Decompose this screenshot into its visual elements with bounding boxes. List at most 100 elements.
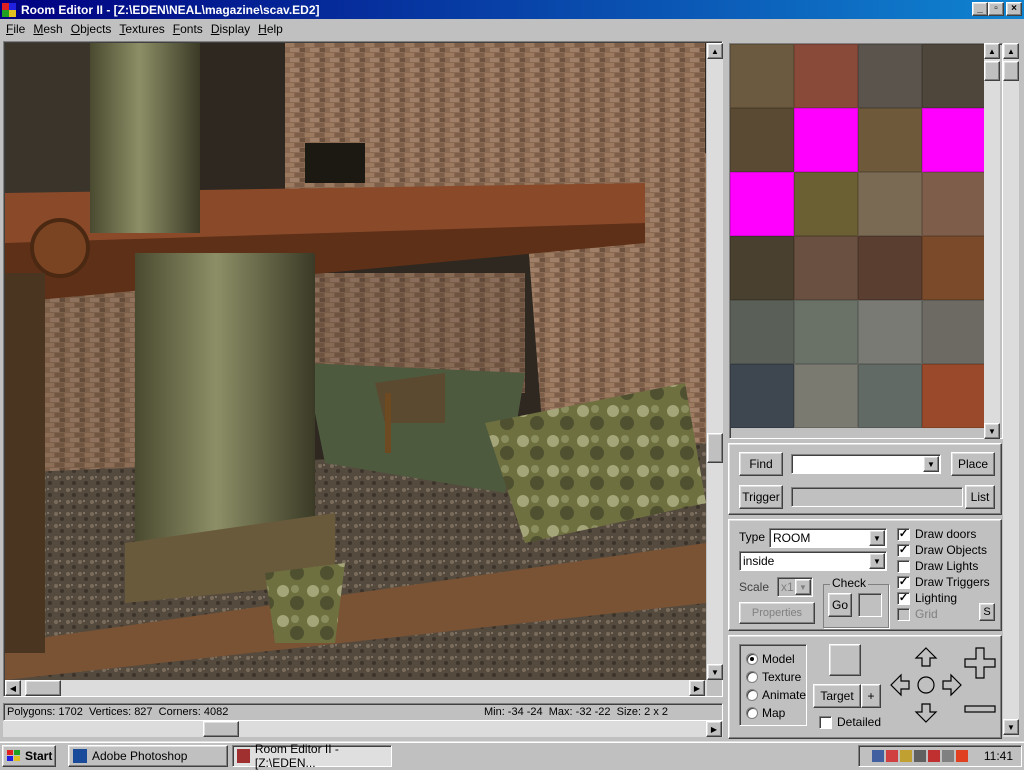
network-icon[interactable] <box>871 750 884 762</box>
draw-option-checkbox[interactable]: ✓ <box>897 592 910 605</box>
texture-scroll-down-arrow-icon[interactable]: ▼ <box>984 423 1000 439</box>
status-hscroll-thumb[interactable] <box>203 721 239 737</box>
scroll-right-arrow-icon[interactable]: ▶ <box>689 680 705 696</box>
target-plus-button[interactable]: + <box>861 684 881 708</box>
texture-scroll-up-arrow-icon[interactable]: ▲ <box>984 43 1000 59</box>
lighting-settings-button[interactable]: S <box>979 603 995 621</box>
3d-viewport[interactable] <box>5 43 706 680</box>
search-tray-icon[interactable] <box>941 750 954 762</box>
texture-palette[interactable] <box>729 43 1003 439</box>
find-button[interactable]: Find <box>739 452 783 476</box>
texture-thumbnail[interactable] <box>794 364 858 428</box>
start-button[interactable]: Start <box>2 745 56 767</box>
texture-thumbnail[interactable] <box>858 108 922 172</box>
properties-button[interactable]: Properties <box>739 602 815 624</box>
texture-thumbnail[interactable] <box>794 236 858 300</box>
mode-radio[interactable] <box>746 707 758 719</box>
texture-thumbnail[interactable] <box>858 236 922 300</box>
location-dropdown[interactable]: inside ▼ <box>739 551 887 571</box>
texture-thumbnail[interactable] <box>794 44 858 108</box>
texture-thumbnail[interactable] <box>730 236 794 300</box>
texture-thumbnail[interactable] <box>730 172 794 236</box>
minimize-button[interactable]: _ <box>972 2 988 16</box>
zoom-in-icon[interactable] <box>963 646 997 680</box>
texture-thumbnail[interactable] <box>794 300 858 364</box>
trigger-button[interactable]: Trigger <box>739 485 783 509</box>
mode-radio[interactable] <box>746 671 758 683</box>
trigger-field[interactable] <box>791 487 963 507</box>
menu-mesh[interactable]: Mesh <box>29 22 66 36</box>
scroll-up-arrow-icon[interactable]: ▲ <box>707 43 723 59</box>
direction-pad[interactable] <box>889 646 963 724</box>
status-hscroll[interactable]: ▶ <box>3 721 723 737</box>
maximize-button[interactable]: ▫ <box>988 2 1004 16</box>
scale-dropdown-arrow-icon[interactable]: ▼ <box>795 579 811 595</box>
list-button[interactable]: List <box>965 485 995 509</box>
find-dropdown-arrow-icon[interactable]: ▼ <box>923 456 939 472</box>
mode-radio[interactable] <box>746 689 758 701</box>
location-dropdown-arrow-icon[interactable]: ▼ <box>869 553 885 569</box>
type-dropdown[interactable]: ROOM ▼ <box>769 528 887 548</box>
mode-label: Map <box>762 706 786 720</box>
texture-vscroll-thumb[interactable] <box>984 61 1000 81</box>
monitor-icon[interactable] <box>885 750 898 762</box>
draw-option-checkbox[interactable]: ✓ <box>897 528 910 541</box>
alert-icon[interactable] <box>955 750 968 762</box>
texture-thumbnail[interactable] <box>858 44 922 108</box>
close-button[interactable]: × <box>1006 2 1022 16</box>
texture-thumbnail[interactable] <box>730 364 794 428</box>
texture-vscroll[interactable]: ▲ ▼ <box>984 43 1000 439</box>
draw-option-checkbox[interactable] <box>897 560 910 573</box>
task-room-editor[interactable]: Room Editor II - [Z:\EDEN... <box>232 742 392 770</box>
viewport-hscroll-thumb[interactable] <box>25 680 61 696</box>
draw-option-checkbox[interactable]: ✓ <box>897 576 910 589</box>
draw-option-checkbox[interactable] <box>897 608 910 621</box>
volume-icon[interactable] <box>899 750 912 762</box>
find-dropdown[interactable]: ▼ <box>791 454 941 474</box>
viewport-hscroll[interactable]: ◀ ▶ <box>5 680 707 696</box>
disk-icon[interactable] <box>913 750 926 762</box>
title-bar[interactable]: Room Editor II - [Z:\EDEN\NEAL\magazine\… <box>0 0 1024 19</box>
preview-square-button[interactable] <box>829 644 861 676</box>
menu-display[interactable]: Display <box>207 22 254 36</box>
menu-help[interactable]: Help <box>254 22 287 36</box>
texture-thumbnail[interactable] <box>730 300 794 364</box>
texture-thumbnail[interactable] <box>922 236 986 300</box>
target-button[interactable]: Target <box>813 684 861 708</box>
texture-thumbnail[interactable] <box>922 108 986 172</box>
panel-vscroll[interactable]: ▲ ▼ <box>1003 43 1019 737</box>
menu-fonts[interactable]: Fonts <box>169 22 207 36</box>
type-dropdown-arrow-icon[interactable]: ▼ <box>869 530 885 546</box>
menu-file[interactable]: File <box>2 22 29 36</box>
viewport-vscroll[interactable]: ▲ ▼ <box>707 43 723 680</box>
texture-thumbnail[interactable] <box>794 172 858 236</box>
detailed-checkbox[interactable] <box>819 716 832 729</box>
status-scroll-right-arrow-icon[interactable]: ▶ <box>706 721 722 737</box>
go-button[interactable]: Go <box>828 593 852 617</box>
draw-option-checkbox[interactable]: ✓ <box>897 544 910 557</box>
texture-thumbnail[interactable] <box>922 44 986 108</box>
place-button[interactable]: Place <box>951 452 995 476</box>
scroll-left-arrow-icon[interactable]: ◀ <box>5 680 21 696</box>
task-photoshop[interactable]: Adobe Photoshop <box>68 745 228 767</box>
texture-thumbnail[interactable] <box>922 364 986 428</box>
texture-thumbnail[interactable] <box>858 300 922 364</box>
panel-scroll-down-arrow-icon[interactable]: ▼ <box>1003 719 1019 735</box>
texture-thumbnail[interactable] <box>922 172 986 236</box>
printer-icon[interactable] <box>927 750 940 762</box>
menu-objects[interactable]: Objects <box>67 22 116 36</box>
viewport-vscroll-thumb[interactable] <box>707 433 723 463</box>
texture-thumbnail[interactable] <box>922 300 986 364</box>
mode-radio[interactable] <box>746 653 758 665</box>
panel-scroll-up-arrow-icon[interactable]: ▲ <box>1003 43 1019 59</box>
panel-vscroll-thumb[interactable] <box>1003 61 1019 81</box>
texture-thumbnail[interactable] <box>858 364 922 428</box>
menu-textures[interactable]: Textures <box>115 22 168 36</box>
zoom-out-icon[interactable] <box>963 704 997 714</box>
texture-thumbnail[interactable] <box>858 172 922 236</box>
texture-thumbnail[interactable] <box>794 108 858 172</box>
scale-dropdown[interactable]: x1 ▼ <box>777 577 813 597</box>
scroll-down-arrow-icon[interactable]: ▼ <box>707 664 723 680</box>
texture-thumbnail[interactable] <box>730 44 794 108</box>
texture-thumbnail[interactable] <box>730 108 794 172</box>
